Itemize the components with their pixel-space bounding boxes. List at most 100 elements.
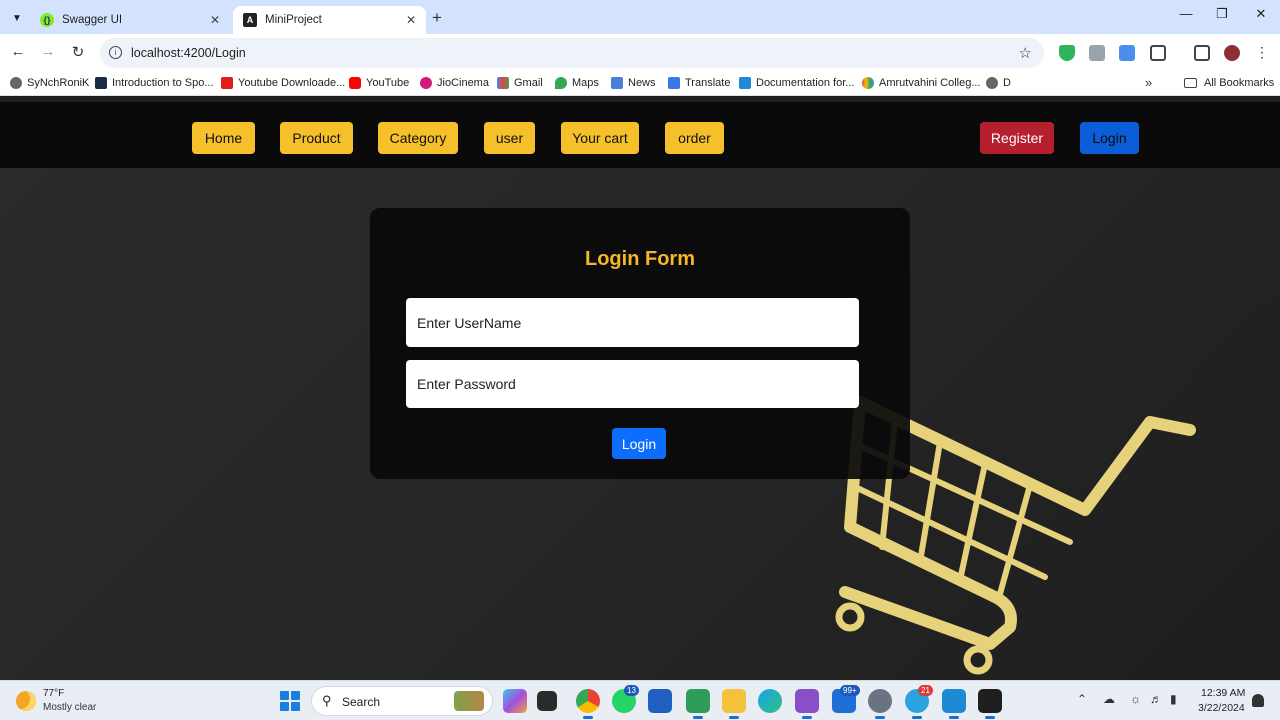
address-bar-row: ← → ↻ i localhost:4200/Login ☆ [0, 34, 1280, 72]
password-input[interactable] [406, 360, 859, 408]
extension-icon[interactable] [1089, 45, 1105, 61]
profile-avatar[interactable] [1224, 45, 1240, 61]
window-close-icon[interactable]: ✕ [1243, 6, 1279, 22]
swagger-icon: {} [40, 13, 54, 27]
bookmark-star-icon[interactable]: ☆ [1019, 44, 1032, 62]
tab-miniproject[interactable]: A MiniProject ✕ [233, 6, 426, 34]
copilot-icon[interactable] [503, 689, 527, 713]
bookmark-label: Introduction to Spo... [112, 77, 214, 89]
translate-extension-icon[interactable] [1119, 45, 1135, 61]
taskbar-search[interactable]: ⚲ Search [311, 686, 493, 716]
battery-icon[interactable]: ▮ [1170, 692, 1177, 706]
bookmark-yt-downloader[interactable]: Youtube Downloade... [221, 77, 345, 89]
bookmark-maps[interactable]: Maps [555, 77, 599, 89]
vscode-icon[interactable] [942, 689, 966, 719]
bookmark-synchronik[interactable]: SyNchRoniK [10, 77, 89, 89]
login-form-title: Login Form [585, 248, 695, 270]
edge-icon[interactable] [758, 689, 782, 713]
nav-user-button[interactable]: user [484, 122, 535, 154]
nav-product-button[interactable]: Product [280, 122, 353, 154]
angular-icon: A [243, 13, 257, 27]
youtube-downloader-icon [221, 77, 233, 89]
app-icon[interactable] [686, 689, 710, 719]
bookmark-label: SyNchRoniK [27, 77, 90, 89]
mail-badge: 99+ [840, 685, 860, 696]
nav-login-button[interactable]: Login [1080, 122, 1139, 154]
new-tab-icon[interactable]: + [432, 8, 442, 28]
bookmark-documentation[interactable]: Documentation for... [739, 77, 854, 89]
close-icon[interactable]: ✕ [406, 13, 416, 27]
forward-arrow-icon[interactable]: → [38, 43, 58, 60]
bookmark-gmail[interactable]: Gmail [497, 77, 543, 89]
url-text[interactable]: localhost:4200/Login [131, 46, 246, 60]
back-arrow-icon[interactable]: ← [8, 43, 28, 60]
weather-description[interactable]: Mostly clear [43, 702, 96, 713]
clock-time[interactable]: 12:39 AM [1201, 687, 1245, 699]
tab-swagger[interactable]: {} Swagger UI ✕ [30, 6, 230, 34]
file-explorer-icon[interactable] [722, 689, 746, 719]
menu-kebab-icon[interactable]: ⋮ [1254, 45, 1270, 61]
weather-moon-icon[interactable] [16, 691, 36, 711]
nav-category-button[interactable]: Category [378, 122, 458, 154]
username-input[interactable] [406, 298, 859, 347]
bookmark-label: Youtube Downloade... [238, 77, 346, 89]
settings-gear-icon[interactable] [868, 689, 892, 719]
tab-title: Swagger UI [62, 14, 123, 26]
bookmark-youtube[interactable]: YouTube [349, 77, 409, 89]
windows-taskbar: 77°F Mostly clear ⚲ Search 13 99+ 21 ⌃ ☁… [0, 680, 1280, 720]
task-view-icon[interactable] [537, 691, 557, 711]
top-navbar: Home Product Category user Your cart ord… [0, 102, 1280, 168]
bookmark-label: News [628, 77, 656, 89]
network-globe-icon[interactable]: ☼ [1130, 692, 1141, 706]
bookmark-label: Amrutvahini Colleg... [879, 77, 981, 89]
nav-home-button[interactable]: Home [192, 122, 255, 154]
side-panel-icon[interactable] [1194, 45, 1210, 61]
bookmark-translate[interactable]: Translate [668, 77, 730, 89]
page-viewport: Home Product Category user Your cart ord… [0, 102, 1280, 680]
site-info-icon[interactable]: i [109, 46, 122, 59]
weather-temperature[interactable]: 77°F [43, 688, 64, 699]
puzzle-extensions-icon[interactable] [1150, 45, 1166, 61]
volume-icon[interactable]: ♬ [1150, 692, 1162, 706]
nav-register-button[interactable]: Register [980, 122, 1054, 154]
shield-extension-icon[interactable] [1059, 45, 1075, 61]
bookmark-news[interactable]: News [611, 77, 656, 89]
nav-order-button[interactable]: order [665, 122, 724, 154]
terminal-icon[interactable] [978, 689, 1002, 719]
close-icon[interactable]: ✕ [210, 13, 220, 27]
jiocinema-icon [420, 77, 432, 89]
reload-icon[interactable]: ↻ [68, 43, 88, 61]
bookmark-amrutvahini[interactable]: Amrutvahini Colleg... [862, 77, 981, 89]
store-icon[interactable] [648, 689, 672, 713]
nav-cart-button[interactable]: Your cart [561, 122, 639, 154]
minimize-icon[interactable]: — [1168, 6, 1204, 21]
visual-studio-icon[interactable] [795, 689, 819, 719]
login-submit-button[interactable]: Login [612, 428, 666, 459]
omnibox[interactable]: i localhost:4200/Login ☆ [100, 38, 1044, 68]
bookmark-jiocinema[interactable]: JioCinema [420, 77, 489, 89]
globe-icon [10, 77, 22, 89]
translate-icon [668, 77, 680, 89]
tab-strip: ▼ {} Swagger UI ✕ A MiniProject ✕ + — ❐ … [0, 0, 1280, 34]
chrome-icon[interactable] [576, 689, 600, 719]
onedrive-icon[interactable]: ☁ [1103, 692, 1115, 706]
bookmark-label: Gmail [514, 77, 543, 89]
bookmark-label: Translate [685, 77, 731, 89]
clock-date[interactable]: 3/22/2024 [1198, 702, 1245, 714]
folder-icon [1184, 78, 1197, 88]
restore-icon[interactable]: ❐ [1204, 6, 1240, 22]
windows-start-icon[interactable] [280, 691, 300, 711]
tray-overflow-chevron-icon[interactable]: ⌃ [1077, 692, 1087, 706]
bookmark-label: JioCinema [437, 77, 489, 89]
tab-title: MiniProject [265, 14, 322, 26]
bookmark-d[interactable]: D [986, 77, 1011, 89]
bookmark-label: YouTube [366, 77, 410, 89]
bookmark-spo[interactable]: Introduction to Spo... [95, 77, 214, 89]
telegram-badge: 21 [918, 685, 933, 696]
all-bookmarks-label: All Bookmarks [1204, 77, 1275, 89]
tab-search-chevron-icon[interactable]: ▼ [6, 7, 28, 29]
youtube-icon [349, 77, 361, 89]
all-bookmarks[interactable]: All Bookmarks [1184, 77, 1274, 89]
notification-bell-icon[interactable] [1252, 694, 1264, 707]
bookmarks-overflow-icon[interactable]: » [1145, 75, 1152, 90]
